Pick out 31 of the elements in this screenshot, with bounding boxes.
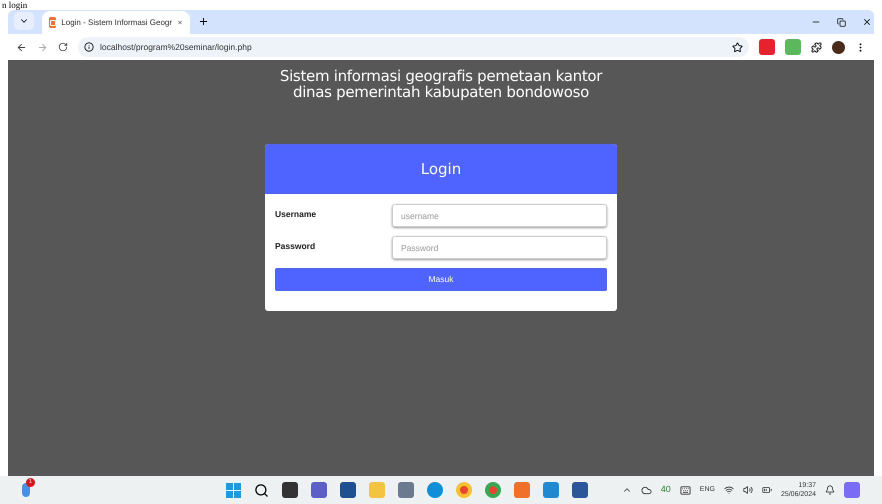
restore-icon[interactable] — [837, 18, 846, 26]
temperature-text: 40 — [660, 483, 671, 496]
login-button[interactable]: Masuk — [275, 268, 607, 291]
card-title: Login — [420, 158, 462, 180]
wifi-icon[interactable] — [724, 485, 734, 495]
battery-icon[interactable] — [762, 485, 772, 495]
search-icon[interactable] — [254, 482, 269, 498]
close-icon[interactable] — [862, 17, 872, 27]
bookmark-star-icon[interactable] — [732, 42, 743, 52]
page-heading: Sistem informasi geografis pemetaan kantor dinas pemerintah kabupaten bondowoso — [278, 68, 604, 100]
input-field[interactable]: Password — [392, 236, 607, 259]
volume-icon[interactable] — [742, 485, 753, 495]
field-label: Username — [275, 208, 318, 221]
input-field[interactable]: username — [392, 204, 607, 227]
caption-text: n login — [2, 0, 28, 10]
close-icon[interactable] — [177, 18, 183, 27]
cloud-icon[interactable] — [640, 484, 652, 496]
back-icon[interactable] — [16, 42, 27, 52]
site-info-icon[interactable] — [84, 42, 94, 52]
new-tab-icon[interactable] — [198, 16, 209, 27]
url-text: localhost/program%20seminar/login.php — [100, 40, 252, 54]
reload-icon[interactable] — [58, 42, 68, 52]
keyboard-icon[interactable] — [680, 484, 691, 496]
browser-tab[interactable]: Login - Sistem Informasi Geogr — [42, 11, 190, 34]
tab-title: Login - Sistem Informasi Geogr — [61, 16, 172, 28]
profile-avatar[interactable] — [832, 40, 845, 54]
field-label: Password — [275, 240, 316, 253]
extensions-icon[interactable] — [811, 42, 822, 52]
address-bar[interactable]: localhost/program%20seminar/login.php — [78, 37, 749, 57]
notification-bell-icon[interactable] — [825, 485, 835, 495]
windows-start-icon[interactable] — [226, 482, 241, 498]
